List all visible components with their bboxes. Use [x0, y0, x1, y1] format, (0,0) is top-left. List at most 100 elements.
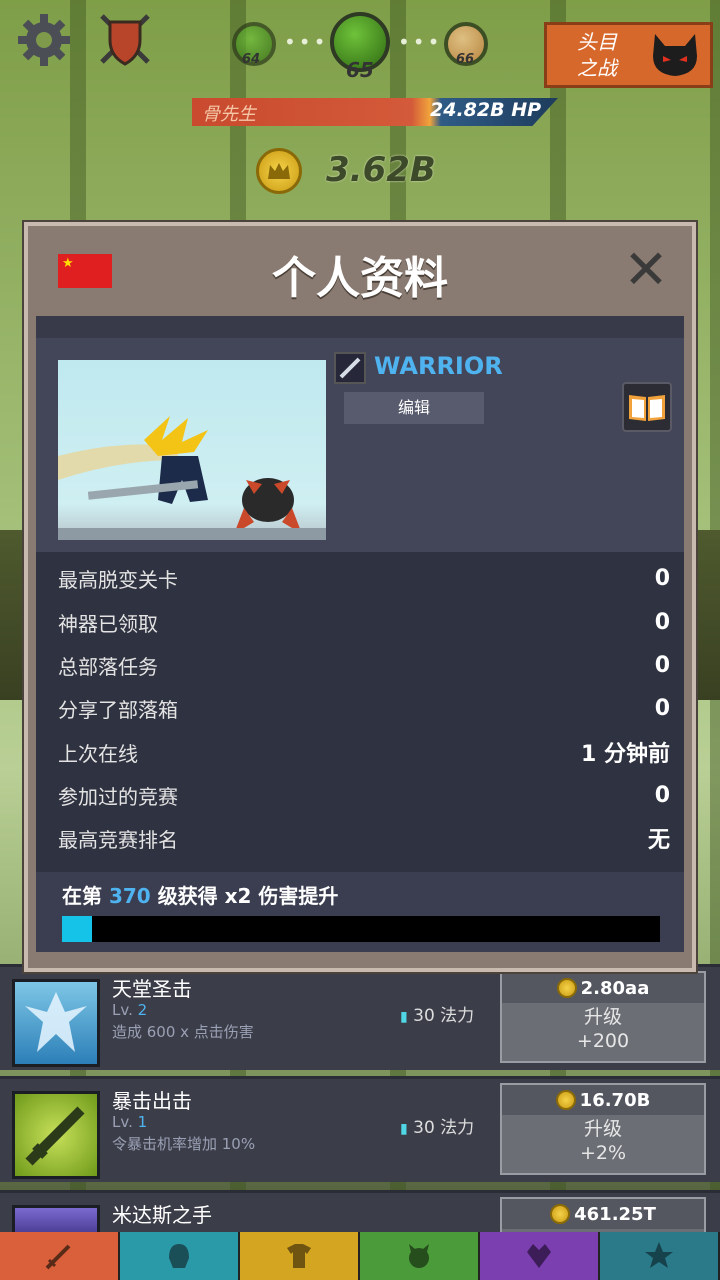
mana-text: 30 法力	[413, 1006, 475, 1026]
coin-icon	[555, 1090, 576, 1110]
tab-equipment[interactable]	[240, 1232, 360, 1280]
mana-gem-icon: ▮	[400, 1009, 408, 1025]
skill-level-number: 1	[137, 1113, 148, 1131]
sword-icon	[45, 1244, 71, 1270]
settings-gear-icon[interactable]	[14, 10, 74, 70]
coin-icon	[556, 978, 577, 998]
stat-label: 分享了部落箱	[58, 697, 178, 722]
boss-label-line1: 头目	[577, 30, 617, 54]
edit-button[interactable]: 编辑	[344, 392, 484, 424]
coin-icon	[550, 1204, 571, 1224]
heavenly-strike-icon	[12, 979, 100, 1067]
upgrade-button[interactable]: 461.25T	[500, 1197, 706, 1237]
stat-value: 0	[654, 782, 670, 808]
mana-text: 30 法力	[413, 1118, 475, 1138]
clan-emblem-icon	[527, 1244, 551, 1268]
critical-strike-icon	[12, 1091, 100, 1179]
skill-name: 暴击出击	[112, 1089, 192, 1113]
skill-level-prefix: Lv.	[112, 1001, 133, 1019]
boss-fight-button[interactable]: 头目 之战	[544, 22, 713, 88]
skill-description: 令暴击机率增加 10%	[112, 1135, 256, 1153]
mana-gem-icon: ▮	[400, 1121, 408, 1137]
skill-level-prefix: Lv.	[112, 1113, 133, 1131]
stage-next-number: 66	[456, 52, 475, 67]
stat-row: 最高竞赛排名 无	[58, 818, 670, 858]
bonus-text: 在第 370 级获得 x2 伤害提升	[62, 880, 338, 909]
skill-level: Lv. 1	[112, 1113, 147, 1131]
stat-row: 神器已领取 0	[58, 602, 670, 642]
stat-value: 0	[654, 565, 670, 591]
upgrade-gain: +200	[576, 1030, 630, 1052]
warrior-class-icon	[334, 352, 366, 384]
upgrade-cost: 461.25T	[502, 1199, 704, 1229]
stat-label: 上次在线	[58, 741, 138, 766]
stat-value: 0	[654, 695, 670, 721]
profile-card: WARRIOR 编辑	[36, 338, 684, 552]
skill-level-number: 2	[137, 1001, 148, 1019]
class-name: WARRIOR	[374, 352, 503, 380]
tab-shop[interactable]	[600, 1232, 720, 1280]
tab-heroes[interactable]	[120, 1232, 240, 1280]
tab-sword[interactable]	[0, 1232, 120, 1280]
cost-text: 461.25T	[574, 1203, 656, 1225]
modal-body: WARRIOR 编辑 最高脱变关卡 0 神器已领取 0 总部落任务 0 分享了部落箱 0…	[36, 316, 684, 952]
bonus-progress-fill	[62, 916, 92, 942]
skill-row: 暴击出击 Lv. 1 令暴击机率增加 10% ▮ 30 法力 16.70B 升级…	[0, 1076, 720, 1182]
boss-demon-icon	[653, 34, 697, 76]
bonus-prefix: 在第	[62, 884, 102, 908]
shirt-icon	[287, 1244, 311, 1268]
stat-label: 最高竞赛排名	[58, 827, 178, 852]
upgrade-text: 升级	[583, 1006, 622, 1028]
stage-dots-right: •••	[398, 30, 443, 54]
skill-level: Lv. 2	[112, 1001, 147, 1019]
pet-icon	[409, 1244, 429, 1268]
upgrade-button[interactable]: 2.80aa 升级 +200	[500, 971, 706, 1063]
tab-clan[interactable]	[480, 1232, 600, 1280]
stat-row: 最高脱变关卡 0	[58, 558, 670, 598]
stat-row: 分享了部落箱 0	[58, 688, 670, 728]
upgrade-button[interactable]: 16.70B 升级 +2%	[500, 1083, 706, 1175]
upgrade-text: 升级	[583, 1118, 622, 1140]
stat-label: 总部落任务	[58, 654, 158, 679]
upgrade-label: 升级 +200	[502, 1005, 704, 1053]
helmet-icon	[169, 1244, 189, 1268]
tab-pets[interactable]	[360, 1232, 480, 1280]
stage-dots-left: •••	[284, 30, 329, 54]
enemy-hp-value: 24.82B HP	[430, 99, 542, 121]
skill-mana-cost: ▮ 30 法力	[400, 1113, 474, 1138]
upgrade-cost: 16.70B	[502, 1085, 704, 1115]
modal-header: ★ 个人资料 ✕	[28, 226, 692, 316]
bonus-level: 370	[108, 884, 151, 908]
upgrade-label: 升级 +2%	[502, 1117, 704, 1165]
book-icon[interactable]	[622, 382, 672, 432]
skill-name: 米达斯之手	[112, 1203, 212, 1227]
bottom-tab-bar	[0, 1232, 720, 1280]
stat-label: 最高脱变关卡	[58, 567, 178, 592]
upgrade-cost: 2.80aa	[502, 973, 704, 1003]
skill-row: 天堂圣击 Lv. 2 造成 600 x 点击伤害 ▮ 30 法力 2.80aa …	[0, 964, 720, 1070]
close-icon[interactable]: ✕	[622, 243, 670, 297]
boss-button-label: 头目 之战	[547, 29, 647, 81]
stat-row: 参加过的竞赛 0	[58, 775, 670, 815]
upgrade-gain: +2%	[579, 1142, 627, 1164]
stat-value: 无	[647, 828, 670, 853]
cost-text: 16.70B	[579, 1089, 651, 1111]
clan-shield-icon[interactable]	[94, 8, 156, 70]
stat-row: 总部落任务 0	[58, 645, 670, 685]
gold-amount: 3.62B	[326, 150, 436, 190]
skill-mana-cost: ▮ 30 法力	[400, 1001, 474, 1026]
stat-label: 神器已领取	[58, 611, 158, 636]
bonus-suffix: 级获得 x2 伤害提升	[157, 884, 339, 908]
modal-top-strip	[36, 316, 684, 338]
boss-label-line2: 之战	[577, 56, 617, 80]
hero-portrait	[58, 360, 326, 540]
stats-list: 最高脱变关卡 0 神器已领取 0 总部落任务 0 分享了部落箱 0 上次在线 1 分钟前 …	[36, 552, 684, 872]
stage-current-number: 65	[346, 58, 374, 82]
stat-value: 1 分钟前	[581, 742, 670, 767]
stage-prev-number: 64	[242, 52, 261, 67]
gold-coin-icon	[256, 148, 302, 194]
profile-modal: ★ 个人资料 ✕ WARRIOR 编辑 最高脱变关卡 0 神器已领取 0 总部落…	[24, 222, 696, 972]
stat-value: 0	[654, 609, 670, 635]
cost-text: 2.80aa	[580, 977, 650, 999]
skill-description: 造成 600 x 点击伤害	[112, 1023, 254, 1041]
